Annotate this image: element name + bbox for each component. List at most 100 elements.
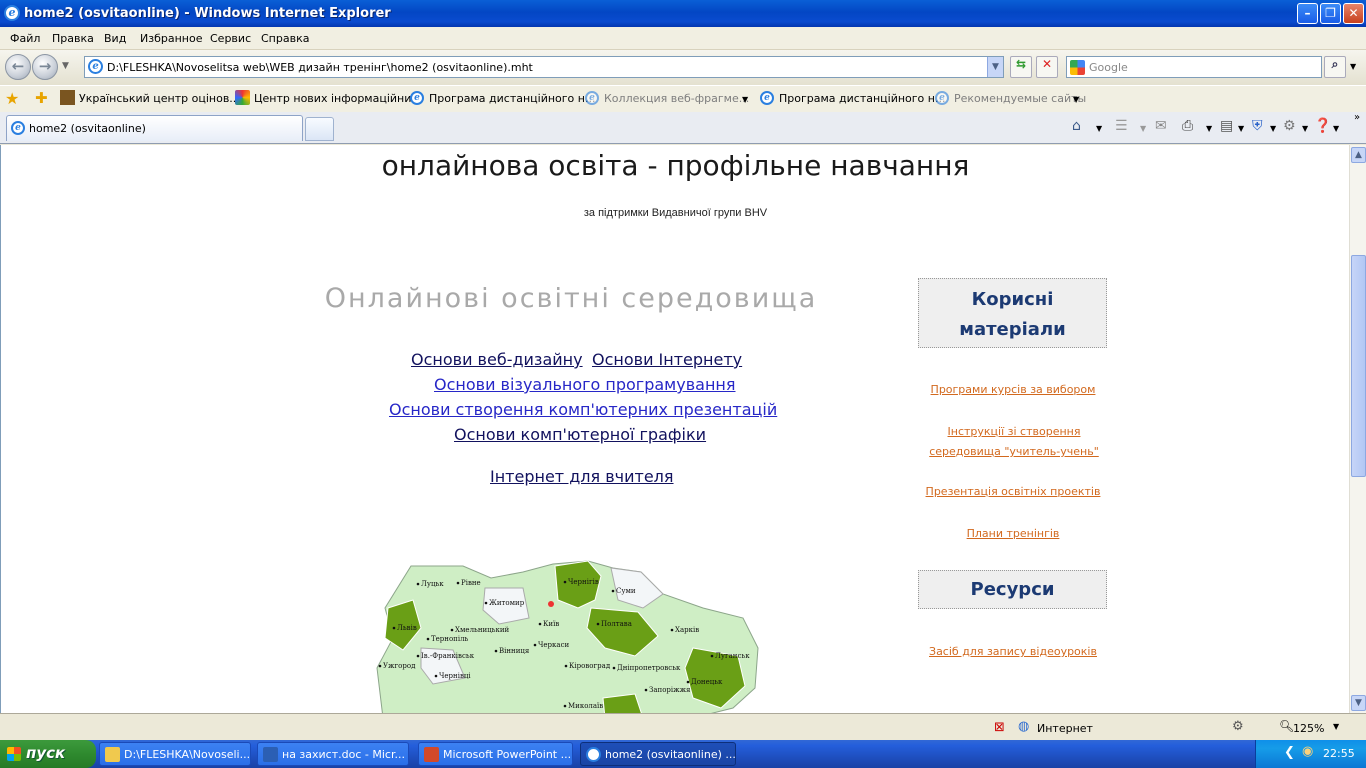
print-icon[interactable]: ⎙	[1182, 118, 1193, 134]
zoom-dropdown-icon[interactable]: ▼	[1333, 722, 1339, 731]
city-dot	[611, 589, 615, 593]
back-button[interactable]: ←	[5, 54, 31, 80]
link-computer-graphics[interactable]: Основи комп'ютерної графіки	[454, 425, 706, 444]
useful-materials-header: Корисні матеріали	[918, 278, 1107, 348]
folder-icon	[105, 747, 120, 762]
windows-logo-icon	[7, 747, 21, 761]
help-icon[interactable]: ❓	[1314, 118, 1331, 134]
task-ie[interactable]: home2 (osvitaonline) ...	[580, 742, 736, 766]
search-box[interactable]: Google	[1066, 56, 1322, 78]
tab-home2[interactable]: e home2 (osvitaonline)	[6, 115, 303, 141]
favorites-star-icon[interactable]: ★	[5, 89, 19, 108]
favorite-link[interactable]: Український центр оцінов...	[79, 92, 240, 105]
vertical-scrollbar[interactable]: ▲ ▼	[1349, 145, 1366, 713]
scroll-thumb[interactable]	[1351, 255, 1366, 477]
start-button[interactable]: пуск	[0, 740, 96, 768]
menu-file[interactable]: Файл	[10, 32, 40, 45]
zoom-level[interactable]: 125%	[1293, 722, 1324, 735]
city-dot	[686, 680, 690, 684]
favorite-link[interactable]: Програма дистанційного н...	[429, 92, 595, 105]
link-course-programs[interactable]: Програми курсів за вибором	[917, 380, 1109, 400]
minimize-button[interactable]: –	[1297, 3, 1318, 24]
maximize-button[interactable]: ❐	[1320, 3, 1341, 24]
print-dropdown-icon[interactable]: ▼	[1206, 124, 1212, 133]
city-dot	[564, 664, 568, 668]
menu-help[interactable]: Справка	[261, 32, 309, 45]
favorite-link[interactable]: Програма дистанційного н...	[779, 92, 945, 105]
zoom-icon[interactable]: 🔍︎	[1279, 719, 1294, 733]
web-slice-gallery-link[interactable]: Коллекция веб-фрагме...	[604, 92, 749, 105]
scroll-down-icon[interactable]: ▼	[1351, 695, 1366, 711]
link-projects-presentation[interactable]: Презентація освітніх проектів	[917, 482, 1109, 502]
title-bar[interactable]: e home2 (osvitaonline) - Windows Interne…	[0, 0, 1366, 27]
menu-edit[interactable]: Правка	[52, 32, 94, 45]
home-icon[interactable]: ⌂	[1072, 118, 1081, 134]
task-powerpoint[interactable]: Microsoft PowerPoint ...	[418, 742, 573, 766]
mail-icon[interactable]: ✉	[1155, 118, 1167, 134]
history-dropdown-icon[interactable]: ▼	[62, 61, 69, 71]
tools-dropdown-icon[interactable]: ▼	[1302, 124, 1308, 133]
city-label: Черкаси	[538, 641, 570, 649]
link-presentations[interactable]: Основи створення комп'ютерних презентаці…	[389, 400, 777, 419]
more-tools-icon[interactable]: »	[1354, 112, 1360, 123]
section-title: Онлайнові освітні середовища	[324, 283, 818, 314]
task-word[interactable]: на захист.doc - Micr...	[257, 742, 409, 766]
address-dropdown-icon[interactable]: ▼	[987, 57, 1003, 77]
search-options-icon[interactable]: ▼	[1350, 62, 1356, 71]
refresh-icon[interactable]: ⇆	[1010, 56, 1032, 78]
safety-dropdown-icon[interactable]: ▼	[1270, 124, 1276, 133]
scroll-up-icon[interactable]: ▲	[1351, 147, 1366, 163]
menu-view[interactable]: Вид	[104, 32, 126, 45]
city-dot	[392, 626, 396, 630]
city-dot	[494, 649, 498, 653]
task-label: D:\FLESHKA\Novoseli...	[124, 748, 251, 761]
link-internet-for-teacher[interactable]: Інтернет для вчителя	[490, 467, 674, 486]
city-dot	[426, 637, 430, 641]
page-menu-icon[interactable]: ▤	[1220, 118, 1233, 134]
suggested-sites-link[interactable]: Рекомендуемые сайты	[954, 92, 1086, 105]
favorite-link[interactable]: Центр нових інформаційни...	[254, 92, 422, 105]
city-label: Запоріжжя	[649, 686, 691, 694]
search-input[interactable]: Google	[1089, 61, 1128, 74]
tools-gear-icon[interactable]: ⚙	[1283, 118, 1296, 134]
address-bar[interactable]: e D:\FLESHKA\Novoselitsa web\WEB дизайн …	[84, 56, 1004, 78]
tray-arrow-icon[interactable]: ❮	[1284, 745, 1295, 760]
menu-tools[interactable]: Сервис	[210, 32, 251, 45]
address-input[interactable]: D:\FLESHKA\Novoselitsa web\WEB дизайн тр…	[107, 61, 533, 74]
city-label: Луганськ	[715, 652, 750, 660]
ukraine-map[interactable]: Луцьк Рівне Житомир Чернігів Суми Київ Львів Хм…	[373, 558, 761, 713]
search-icon[interactable]: ⌕	[1324, 56, 1346, 78]
clock: 22:55	[1323, 747, 1355, 760]
city-dot	[644, 688, 648, 692]
close-button[interactable]: ✕	[1343, 3, 1364, 24]
help-dropdown-icon[interactable]: ▼	[1333, 124, 1339, 133]
safety-icon[interactable]: ⛨	[1252, 118, 1263, 134]
city-label: Луцьк	[421, 580, 444, 588]
link-video-recording-tool[interactable]: Засіб для запису відеоуроків	[917, 642, 1109, 662]
task-explorer[interactable]: D:\FLESHKA\Novoseli...	[99, 742, 251, 766]
link-internet-basics[interactable]: Основи Інтернету	[592, 350, 742, 369]
home-dropdown-icon[interactable]: ▼	[1096, 124, 1102, 133]
feeds-icon[interactable]: ☰	[1115, 118, 1128, 134]
protected-mode-icon[interactable]: ⚙	[1232, 719, 1244, 734]
link-training-plans[interactable]: Плани тренінгів	[917, 524, 1109, 544]
forward-button[interactable]: →	[32, 54, 58, 80]
stop-icon[interactable]: ✕	[1036, 56, 1058, 78]
link-visual-programming[interactable]: Основи візуального програмування	[434, 375, 736, 394]
favicon-book-icon	[60, 90, 75, 105]
link-web-design[interactable]: Основи веб-дизайну	[411, 350, 583, 369]
taskbar: пуск D:\FLESHKA\Novoseli... на захист.do…	[0, 740, 1366, 768]
blocked-content-icon[interactable]: ⊠	[994, 720, 1005, 735]
city-label: Київ	[543, 620, 559, 628]
dropdown-arrow-icon[interactable]: ▼	[742, 95, 748, 104]
link-instructions[interactable]: Інструкції зі створення середовища "учит…	[917, 422, 1109, 462]
menu-favorites[interactable]: Избранное	[140, 32, 202, 45]
page-dropdown-icon[interactable]: ▼	[1238, 124, 1244, 133]
city-label: Хмельницький	[455, 626, 510, 634]
add-favorites-icon[interactable]: ✚	[35, 89, 48, 107]
tab-ie-icon: e	[11, 121, 25, 135]
dropdown-arrow-icon[interactable]: ▼	[1073, 95, 1079, 104]
tray-app-icon[interactable]: ◉	[1302, 744, 1313, 759]
feeds-dropdown-icon[interactable]: ▼	[1140, 124, 1146, 133]
new-tab-button[interactable]	[305, 117, 334, 141]
